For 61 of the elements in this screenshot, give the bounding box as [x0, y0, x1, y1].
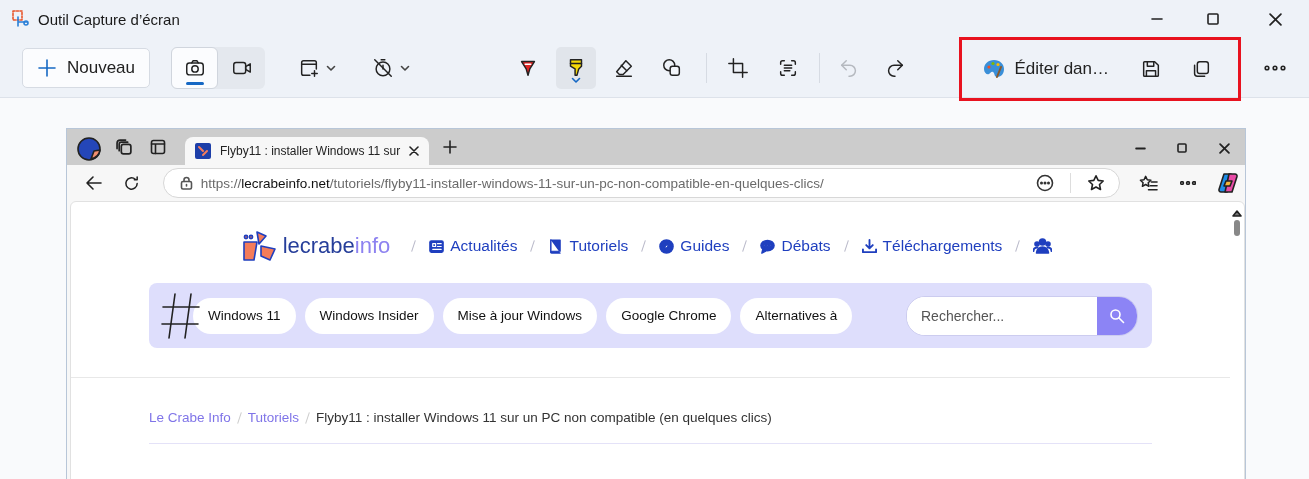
address-bar[interactable]: https://lecrabeinfo.net/tutoriels/flyby11-installer-windows-11-sur-un-pc-non-compatible-en-quelques-clics/	[162, 168, 1120, 198]
tag-chip[interactable]: Windows Insider	[304, 297, 434, 334]
scroll-up-icon	[1232, 210, 1242, 217]
book-icon	[548, 238, 564, 254]
site-logo[interactable]: lecrabeinfo	[242, 231, 391, 261]
hash-icon	[161, 291, 201, 341]
lock-icon	[179, 176, 193, 190]
shapes-icon	[661, 56, 683, 79]
new-button[interactable]: Nouveau	[22, 47, 150, 88]
tag-chip[interactable]: Windows 11	[193, 297, 296, 334]
logo-text: lecrabeinfo	[282, 233, 391, 259]
tab-close-button[interactable]	[409, 146, 420, 156]
window-icon	[150, 139, 166, 155]
screenshot-mode-button[interactable]	[171, 46, 218, 89]
crop-icon	[727, 56, 749, 79]
close-icon	[409, 146, 420, 156]
tab-title: Flyby11 : installer Windows 11 sur	[220, 144, 401, 158]
profile-avatar	[77, 137, 101, 161]
tag-chip[interactable]: Alternatives à	[740, 297, 853, 334]
nav-link[interactable]: Téléchargements	[861, 237, 1003, 255]
stacked-squares-icon	[115, 138, 133, 156]
close-icon	[1218, 142, 1230, 154]
breadcrumb-current: Flyby11 : installer Windows 11 sur un PC non compatible (en quelques clics)	[316, 410, 772, 425]
window-title: Outil Capture d’écran	[38, 10, 181, 28]
download-icon	[861, 238, 877, 254]
nav-link[interactable]: Débats	[760, 237, 831, 255]
highlighter-button[interactable]	[556, 46, 596, 89]
crab-logo-icon	[242, 231, 277, 261]
site-favicon	[195, 143, 211, 159]
breadcrumb-link[interactable]: Tutoriels	[247, 410, 300, 425]
nav-link[interactable]: Actualités	[429, 237, 518, 255]
url-text: https://lecrabeinfo.net/tutoriels/flyby11-installer-windows-11-sur-un-pc-non-compatible-en-quelques-clics/	[200, 175, 825, 191]
refresh-icon	[123, 174, 141, 192]
plus-icon	[443, 140, 458, 154]
favorite-button[interactable]	[1086, 174, 1105, 192]
newspaper-icon	[429, 238, 445, 254]
more-circle-icon	[1035, 174, 1054, 192]
timer-off-icon	[372, 56, 394, 79]
more-icon	[1180, 181, 1197, 185]
copilot-icon	[1217, 172, 1240, 194]
people-icon	[1033, 238, 1053, 254]
maximize-icon	[1177, 143, 1187, 153]
search-field[interactable]: Rechercher...	[906, 295, 1138, 336]
more-icon	[1264, 64, 1286, 71]
breadcrumb-link[interactable]: Le Crabe Info	[149, 410, 231, 425]
nav-link[interactable]: Guides	[659, 237, 730, 255]
scroll-thumb[interactable]	[1234, 220, 1240, 236]
chat-icon	[760, 238, 776, 254]
browser-tab[interactable]: Flyby11 : installer Windows 11 sur	[185, 137, 430, 165]
tag-chip[interactable]: Mise à jour Windows	[442, 297, 598, 334]
scissors-app-icon	[12, 10, 30, 28]
plus-icon	[36, 57, 57, 78]
star-icon	[1086, 174, 1105, 192]
community-button[interactable]	[1033, 238, 1053, 254]
search-icon	[1109, 307, 1125, 324]
back-arrow-icon	[84, 174, 103, 192]
edit-in-paint-button[interactable]: Éditer dan…	[977, 48, 1113, 89]
nav-link[interactable]: Tutoriels	[548, 237, 629, 255]
compass-icon	[659, 238, 675, 254]
tag-chip[interactable]: Google Chrome	[606, 297, 732, 334]
star-list-icon	[1138, 174, 1158, 192]
